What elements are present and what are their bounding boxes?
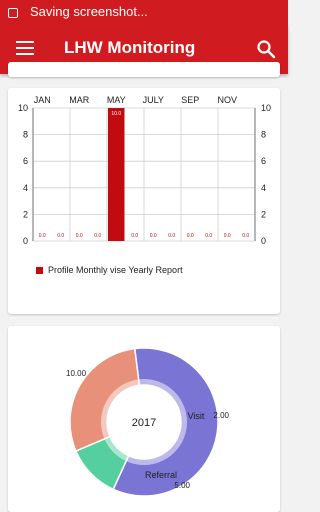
x-tick-label: JULY — [143, 95, 164, 105]
bar-value-label: 0.0 — [187, 233, 194, 239]
bar-value-label: 0.0 — [168, 233, 175, 239]
bar — [108, 108, 125, 241]
bar-value-label: 0.0 — [39, 233, 46, 239]
x-tick-label: MAY — [107, 95, 126, 105]
bar-value-label: 0.0 — [76, 233, 83, 239]
y-tick-label-right: 10 — [261, 103, 271, 113]
slice-value-label: 5.00 — [174, 481, 190, 490]
slice-value-label: 2.00 — [213, 411, 229, 420]
donut-center-label: 2017 — [132, 417, 156, 429]
x-tick-label: NOV — [217, 95, 237, 105]
y-tick-label-right: 8 — [261, 130, 266, 140]
y-tick-label-left: 10 — [18, 103, 28, 113]
y-tick-label-right: 6 — [261, 156, 266, 166]
slice-value-label: 10.00 — [66, 369, 87, 378]
y-tick-label-left: 2 — [23, 209, 28, 219]
slice-label: Visit — [188, 411, 205, 421]
x-tick-label: MAR — [69, 95, 90, 105]
y-tick-label-right: 0 — [261, 236, 266, 246]
slice-label: Referral — [145, 470, 177, 480]
y-tick-label-left: 4 — [23, 183, 28, 193]
y-tick-label-right: 4 — [261, 183, 266, 193]
y-tick-label-left: 6 — [23, 156, 28, 166]
bar-value-label: 0.0 — [57, 233, 64, 239]
y-tick-label-left: 0 — [23, 236, 28, 246]
legend-label: Profile Monthly vise Yearly Report — [48, 265, 183, 275]
bar-value-label: 10.0 — [111, 111, 121, 117]
bar-value-label: 0.0 — [94, 233, 101, 239]
bar-value-label: 0.0 — [224, 233, 231, 239]
bar-value-label: 0.0 — [131, 233, 138, 239]
donut-chart: Profile10.00Visit2.00Referral5.002017 — [66, 347, 230, 497]
y-tick-label-right: 2 — [261, 209, 266, 219]
x-tick-label: SEP — [181, 95, 199, 105]
bar-value-label: 0.0 — [150, 233, 157, 239]
bar-value-label: 0.0 — [205, 233, 212, 239]
bar-value-label: 0.0 — [242, 233, 249, 239]
y-tick-label-left: 8 — [23, 130, 28, 140]
x-tick-label: JAN — [34, 95, 51, 105]
legend-swatch — [36, 267, 43, 274]
